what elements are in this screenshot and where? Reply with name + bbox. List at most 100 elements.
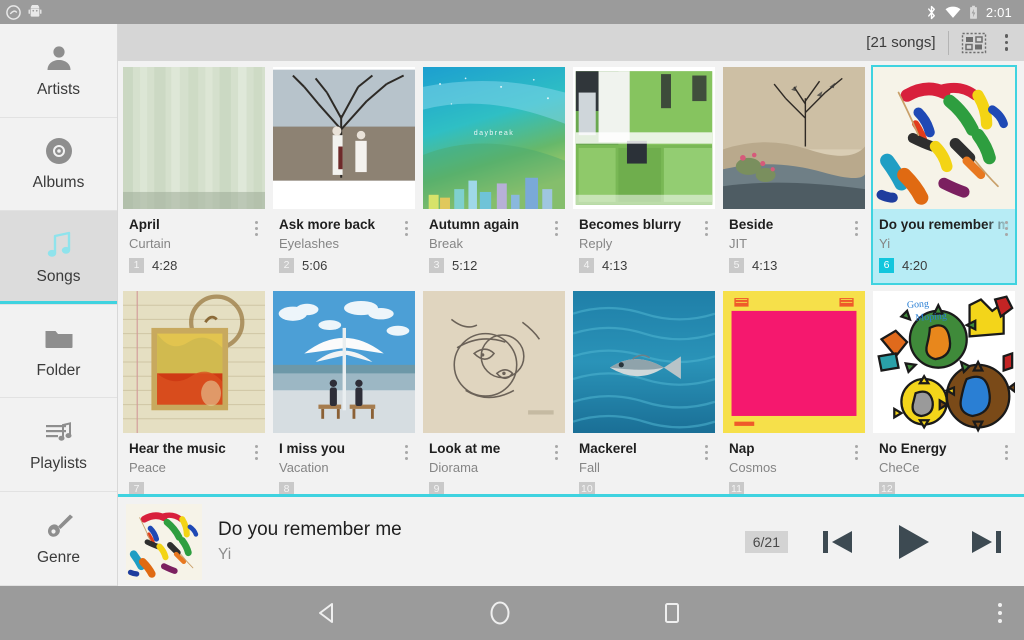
queue-position-badge: 6/21: [744, 530, 788, 553]
nav-recents-slot: [602, 599, 742, 627]
song-overflow-menu-icon[interactable]: [850, 443, 863, 462]
track-number-badge: 6: [879, 258, 894, 273]
now-playing-artwork[interactable]: [126, 503, 202, 580]
sidebar-item-songs[interactable]: Songs: [0, 211, 117, 305]
song-card[interactable]: Beside JIT 5 4:13: [721, 65, 867, 285]
song-card[interactable]: Hear the music Peace 7: [121, 289, 267, 494]
song-overflow-menu-icon[interactable]: [400, 219, 413, 238]
nav-overflow-menu-icon[interactable]: [998, 603, 1002, 623]
sidebar-nav: Artists Albums Songs Folder Playlists Ge…: [0, 24, 118, 586]
song-overflow-menu-icon[interactable]: [700, 443, 713, 462]
status-notification-icons: [6, 4, 42, 20]
song-track-row: 2 5:06: [279, 258, 409, 273]
track-number-badge: 7: [129, 482, 144, 494]
recents-square-icon[interactable]: [660, 599, 684, 627]
grid-view-icon[interactable]: [961, 31, 987, 55]
overflow-menu-icon[interactable]: [999, 31, 1015, 54]
song-overflow-menu-icon[interactable]: [550, 443, 563, 462]
album-art: [573, 291, 715, 433]
song-artist: Break: [429, 236, 463, 251]
song-title: Look at me: [429, 441, 501, 456]
album-art: [723, 291, 865, 433]
song-track-row: 6 4:20: [879, 258, 1009, 273]
song-card[interactable]: Gong Moping No Energy CheCe 12: [871, 289, 1017, 494]
song-track-row: 9: [429, 482, 559, 494]
person-icon: [43, 42, 75, 74]
song-duration: 4:13: [752, 258, 778, 273]
track-number-badge: 3: [429, 258, 444, 273]
song-overflow-menu-icon[interactable]: [250, 443, 263, 462]
album-art: [273, 67, 415, 209]
song-title: Nap: [729, 441, 755, 456]
album-art: [423, 291, 565, 433]
songs-grid: April Curtain 1 4:28 Ask more back Eyela…: [121, 65, 1019, 494]
album-art: [123, 67, 265, 209]
track-number-badge: 12: [879, 482, 895, 494]
song-overflow-menu-icon[interactable]: [400, 443, 413, 462]
sidebar-item-artists[interactable]: Artists: [0, 24, 117, 118]
song-card[interactable]: Nap Cosmos 11: [721, 289, 867, 494]
song-overflow-menu-icon[interactable]: [700, 219, 713, 238]
song-artist: Peace: [129, 460, 166, 475]
song-overflow-menu-icon[interactable]: [1000, 219, 1013, 238]
sidebar-item-playlists[interactable]: Playlists: [0, 398, 117, 492]
sidebar-item-folder[interactable]: Folder: [0, 304, 117, 399]
playback-controls: 6/21: [744, 520, 1006, 564]
album-art: daybreak: [423, 67, 565, 209]
song-artist: Cosmos: [729, 460, 777, 475]
song-meta: I miss you Vacation 8: [273, 433, 415, 494]
sidebar-item-albums[interactable]: Albums: [0, 117, 117, 212]
now-playing-title: Do you remember me: [218, 519, 402, 540]
song-card[interactable]: Ask more back Eyelashes 2 5:06: [271, 65, 417, 285]
song-duration: 4:20: [902, 258, 928, 273]
guitar-icon: [42, 510, 76, 542]
song-track-row: 4 4:13: [579, 258, 709, 273]
play-icon[interactable]: [888, 520, 936, 564]
skip-next-icon[interactable]: [962, 523, 1006, 561]
song-card-selected[interactable]: Do you remember me Yi 6 4:20: [871, 65, 1017, 285]
playlist-icon: [43, 416, 75, 448]
sidebar-item-label: Songs: [36, 267, 81, 285]
song-meta: Beside JIT 5 4:13: [723, 209, 865, 283]
back-triangle-icon[interactable]: [315, 600, 341, 626]
track-number-badge: 1: [129, 258, 144, 273]
song-meta: Do you remember me Yi 6 4:20: [873, 209, 1015, 283]
status-system-icons: 2:01: [926, 5, 1018, 20]
song-title: Do you remember me: [879, 217, 1009, 232]
song-card[interactable]: Look at me Diorama 9: [421, 289, 567, 494]
skip-previous-icon[interactable]: [818, 523, 862, 561]
song-overflow-menu-icon[interactable]: [850, 219, 863, 238]
song-title: Hear the music: [129, 441, 226, 456]
song-track-row: 1 4:28: [129, 258, 259, 273]
toolbar-divider: [947, 30, 949, 55]
album-art: [873, 67, 1015, 209]
song-meta: Nap Cosmos 11: [723, 433, 865, 494]
nav-home-slot: [430, 598, 570, 628]
sidebar-item-genre[interactable]: Genre: [0, 491, 117, 586]
sidebar-item-label: Folder: [36, 361, 81, 379]
album-art: [573, 67, 715, 209]
song-overflow-menu-icon[interactable]: [250, 219, 263, 238]
track-number-badge: 8: [279, 482, 294, 494]
android-nav-bar: [0, 586, 1024, 640]
song-title: No Energy: [879, 441, 947, 456]
song-meta: No Energy CheCe 12: [873, 433, 1015, 494]
song-card[interactable]: daybreak Autumn again Break 3 5:12: [421, 65, 567, 285]
song-artist: Vacation: [279, 460, 329, 475]
now-playing-info[interactable]: Do you remember me Yi: [218, 519, 402, 564]
now-playing-bar: Do you remember me Yi 6/21: [118, 494, 1024, 586]
song-overflow-menu-icon[interactable]: [1000, 443, 1013, 462]
song-artist: Eyelashes: [279, 236, 339, 251]
track-number-badge: 2: [279, 258, 294, 273]
album-art: [723, 67, 865, 209]
song-card[interactable]: Becomes blurry Reply 4 4:13: [571, 65, 717, 285]
song-card[interactable]: April Curtain 1 4:28: [121, 65, 267, 285]
home-circle-icon[interactable]: [487, 598, 513, 628]
track-number-badge: 10: [579, 482, 595, 494]
album-art: Gong Moping: [873, 291, 1015, 433]
song-overflow-menu-icon[interactable]: [550, 219, 563, 238]
folder-icon: [43, 323, 75, 355]
song-card[interactable]: Mackerel Fall 10: [571, 289, 717, 494]
songs-grid-scroll-area[interactable]: April Curtain 1 4:28 Ask more back Eyela…: [118, 61, 1024, 494]
song-card[interactable]: I miss you Vacation 8: [271, 289, 417, 494]
